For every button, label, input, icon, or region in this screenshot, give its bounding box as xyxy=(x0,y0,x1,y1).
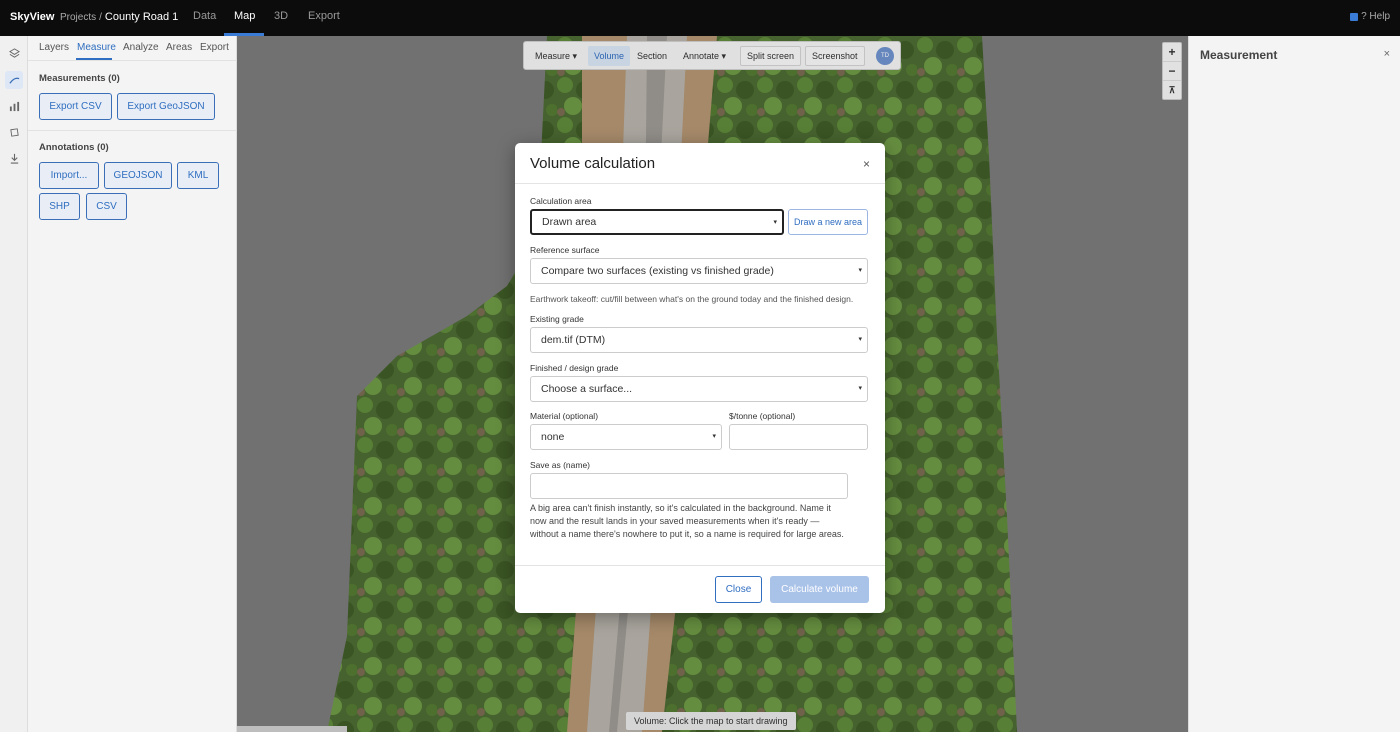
export-csv-button[interactable]: Export CSV xyxy=(39,93,112,120)
geojson-button[interactable]: GEOJSON xyxy=(104,162,172,189)
breadcrumb-separator: / xyxy=(99,12,102,23)
measure-icon[interactable] xyxy=(5,71,23,89)
chevron-down-icon: ▾ xyxy=(773,219,777,226)
panel-tab-areas[interactable]: Areas xyxy=(166,42,192,53)
analyze-icon[interactable] xyxy=(5,97,23,115)
chevron-down-icon: ▾ xyxy=(712,433,716,440)
panel-tab-indicator xyxy=(76,58,112,60)
existing-grade-select[interactable]: dem.tif (DTM) ▾ xyxy=(530,327,868,353)
ref-surface-value: Compare two surfaces (existing vs finish… xyxy=(541,265,774,277)
calculate-volume-button[interactable]: Calculate volume xyxy=(770,576,869,603)
annotations-title: Annotations (0) xyxy=(39,142,109,153)
panel-divider xyxy=(28,130,237,131)
panel-tabs: Layers Measure Analyze Areas Export xyxy=(28,36,237,61)
areas-icon[interactable] xyxy=(5,123,23,141)
ref-surface-label: Reference surface xyxy=(530,245,600,255)
finished-grade-label: Finished / design grade xyxy=(530,363,619,373)
help-toggle[interactable]: ? Help xyxy=(1350,11,1390,22)
background-calc-note: A big area can't finish instantly, so it… xyxy=(530,503,844,539)
save-as-label: Save as (name) xyxy=(530,460,590,470)
layers-icon[interactable] xyxy=(5,44,23,62)
export-icon[interactable] xyxy=(5,149,23,167)
panel-tab-export[interactable]: Export xyxy=(200,42,229,53)
calc-area-label: Calculation area xyxy=(530,196,592,206)
existing-grade-label: Existing grade xyxy=(530,314,584,324)
material-label: Material (optional) xyxy=(530,411,599,421)
material-select[interactable]: none ▾ xyxy=(530,424,722,450)
save-as-input[interactable] xyxy=(530,473,848,499)
panel-tab-layers[interactable]: Layers xyxy=(39,42,69,53)
kml-button[interactable]: KML xyxy=(177,162,219,189)
chevron-down-icon: ▾ xyxy=(858,385,862,392)
breadcrumb: Projects / County Road 1 xyxy=(60,11,178,23)
existing-grade-value: dem.tif (DTM) xyxy=(541,334,606,346)
panel-tab-measure[interactable]: Measure xyxy=(77,42,116,53)
nav-tab-map[interactable]: Map xyxy=(234,10,255,22)
shp-button[interactable]: SHP xyxy=(39,193,80,220)
calc-area-select[interactable]: Drawn area ▾ xyxy=(530,209,784,235)
help-label: ? Help xyxy=(1361,11,1390,22)
finished-grade-value: Choose a surface... xyxy=(541,383,633,395)
csv-button[interactable]: CSV xyxy=(86,193,127,220)
dialog-footer-divider xyxy=(515,565,885,566)
import-button[interactable]: Import... xyxy=(39,162,99,189)
breadcrumb-project: County Road 1 xyxy=(104,11,179,23)
measurements-title: Measurements (0) xyxy=(39,73,120,84)
help-checkbox[interactable] xyxy=(1350,12,1359,21)
export-geojson-button[interactable]: Export GeoJSON xyxy=(117,93,215,120)
dialog-close-icon[interactable]: × xyxy=(863,157,870,171)
nav-tab-export[interactable]: Export xyxy=(308,10,340,22)
finished-grade-select[interactable]: Choose a surface... ▾ xyxy=(530,376,868,402)
price-input[interactable] xyxy=(729,424,868,450)
volume-calculation-dialog: Volume calculation × Calculation area Dr… xyxy=(515,143,885,613)
price-label: $/tonne (optional) xyxy=(729,411,796,421)
top-bar: SkyView Projects / County Road 1 Data Map … xyxy=(0,0,1400,36)
nav-tab-3d[interactable]: 3D xyxy=(274,10,288,22)
chevron-down-icon: ▾ xyxy=(858,336,862,343)
close-icon[interactable]: × xyxy=(1384,48,1390,60)
app-brand[interactable]: SkyView xyxy=(10,11,54,23)
panel-tab-analyze[interactable]: Analyze xyxy=(123,42,159,53)
ref-surface-help: Earthwork takeoff: cut/fill between what… xyxy=(530,294,854,304)
nav-tab-data[interactable]: Data xyxy=(193,10,216,22)
material-value: none xyxy=(541,431,565,443)
draw-new-area-button[interactable]: Draw a new area xyxy=(788,209,868,235)
chevron-down-icon: ▾ xyxy=(858,267,862,274)
close-button[interactable]: Close xyxy=(715,576,762,603)
breadcrumb-projects[interactable]: Projects xyxy=(60,12,96,23)
calc-area-value: Drawn area xyxy=(542,216,597,228)
dialog-header: Volume calculation × xyxy=(515,143,885,184)
measure-panel: Layers Measure Analyze Areas Export Meas… xyxy=(28,36,237,732)
icon-rail xyxy=(0,36,28,732)
measurement-panel-title: Measurement xyxy=(1200,48,1278,62)
measurement-panel: Measurement × xyxy=(1188,36,1400,732)
dialog-title: Volume calculation xyxy=(530,155,656,172)
ref-surface-select[interactable]: Compare two surfaces (existing vs finish… xyxy=(530,258,868,284)
